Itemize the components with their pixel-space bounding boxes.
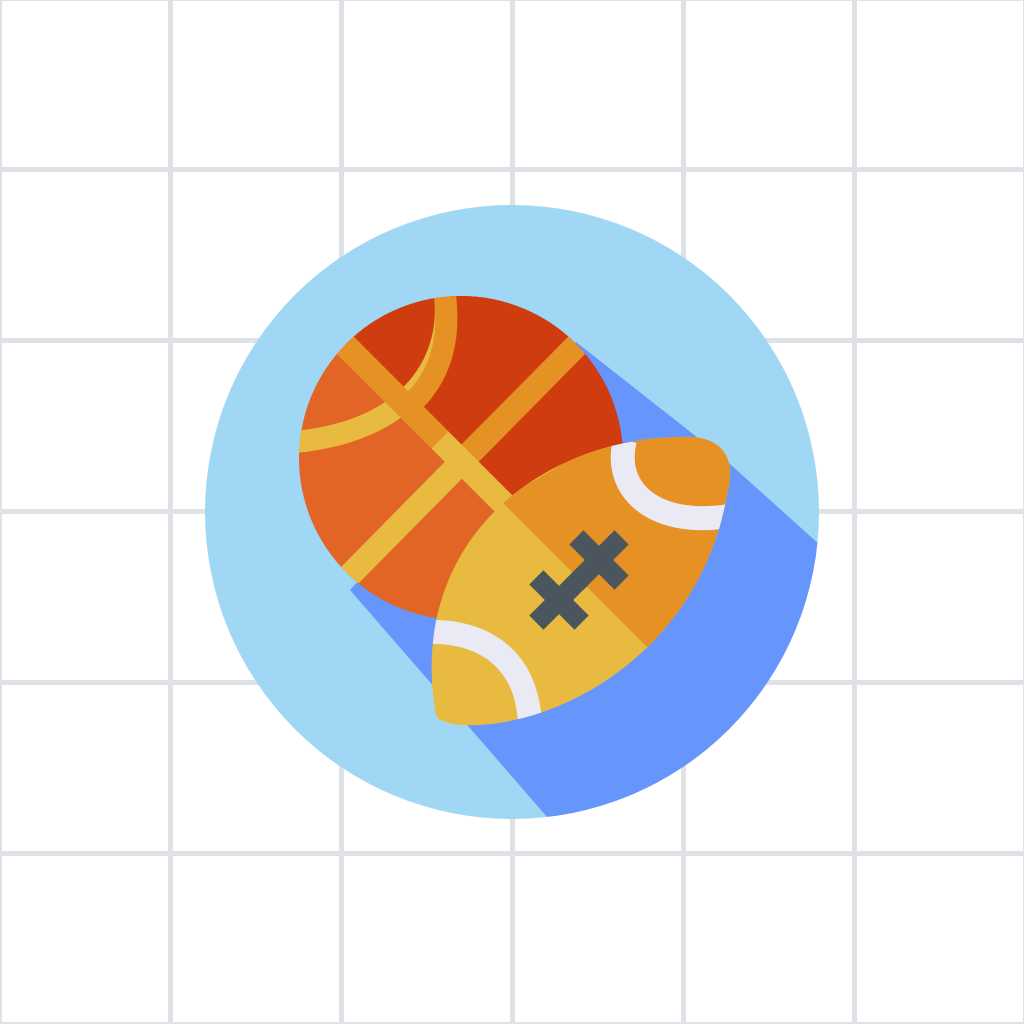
canvas <box>0 0 1024 1024</box>
basketball-and-american-football-icon <box>205 205 819 819</box>
